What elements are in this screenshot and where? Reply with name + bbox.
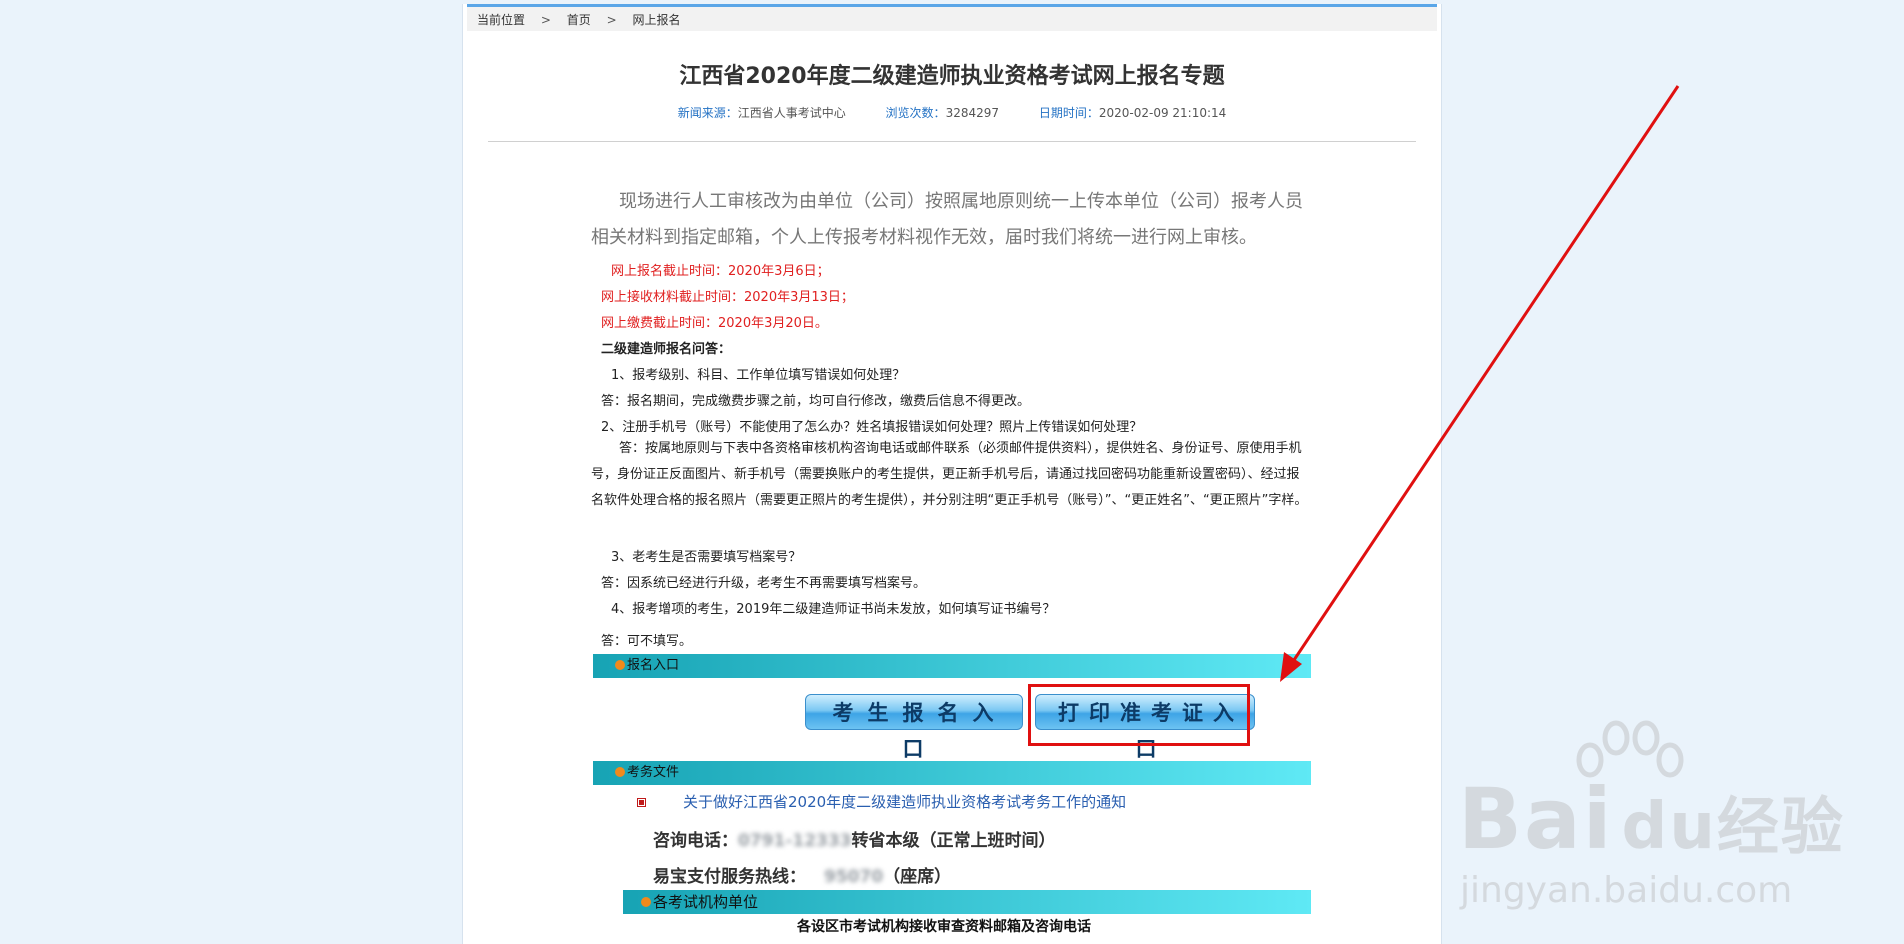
watermark-brand: Bai — [1458, 770, 1614, 868]
baidu-watermark: Bai du经验 jingyan.baidu.com — [1458, 720, 1898, 920]
watermark-brand-du: du — [1621, 790, 1717, 864]
watermark-brand-cn: 经验 — [1716, 790, 1845, 863]
watermark-url: jingyan.baidu.com — [1460, 870, 1793, 911]
